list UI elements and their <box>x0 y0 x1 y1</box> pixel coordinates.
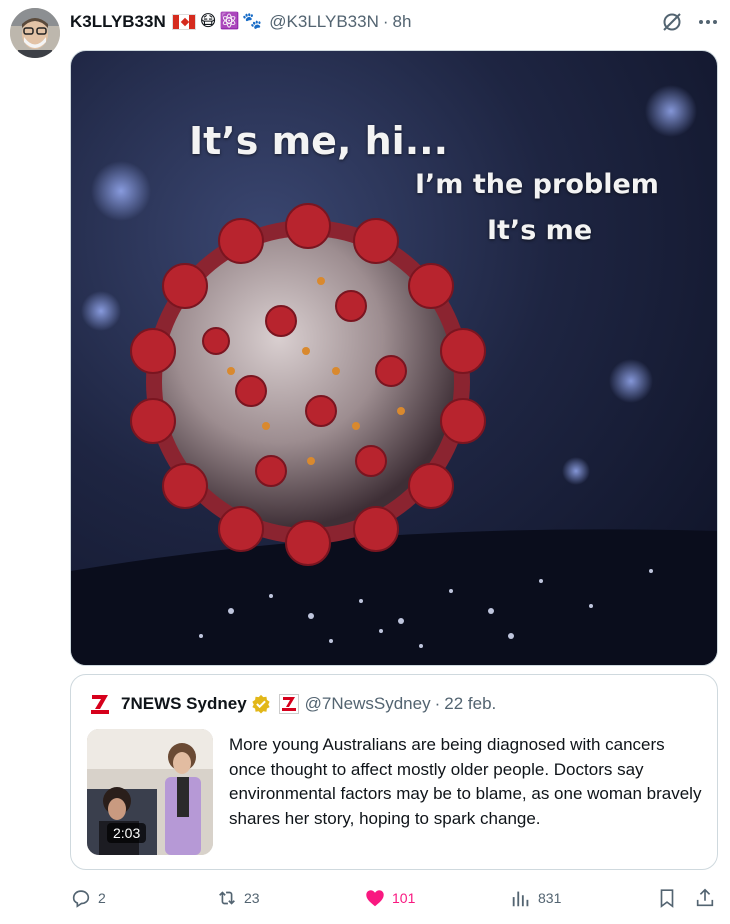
mask-face-icon: 😷 <box>199 13 217 30</box>
quoted-tweet-header: 7NEWS Sydney @7NewsSydney · 22 feb. <box>89 693 496 715</box>
7news-logo-icon <box>91 695 109 714</box>
canada-flag-icon <box>171 14 196 30</box>
bookmark-button[interactable] <box>656 884 684 912</box>
like-count: 101 <box>392 890 416 906</box>
quoted-author-name[interactable]: 7NEWS Sydney <box>121 694 247 714</box>
share-icon <box>696 888 714 907</box>
bookmark-icon <box>660 889 674 908</box>
video-still <box>87 729 213 855</box>
video-thumbnail[interactable]: 2:03 <box>87 729 213 855</box>
tweet-action-bar: 2 23 101 831 <box>70 884 720 912</box>
separator-dot: · <box>382 12 389 31</box>
reply-icon <box>72 890 90 908</box>
image-caption-line-3: It’s me <box>487 215 593 246</box>
repost-icon <box>219 891 235 905</box>
heart-icon <box>366 890 384 907</box>
views-count: 831 <box>538 890 562 906</box>
author-avatar[interactable] <box>10 8 60 58</box>
more-options-icon[interactable] <box>696 10 720 34</box>
quoted-tweet[interactable]: 7NEWS Sydney @7NewsSydney · 22 feb. 2:03 <box>70 674 718 870</box>
video-duration: 2:03 <box>107 823 147 843</box>
paw-prints-icon: 🐾 <box>242 13 263 30</box>
share-button[interactable] <box>694 884 722 912</box>
image-caption-line-1: It’s me, hi... <box>189 119 449 163</box>
separator-dot: · <box>434 694 441 713</box>
quoted-tweet-date[interactable]: 22 feb. <box>444 694 496 714</box>
reply-count: 2 <box>98 890 106 906</box>
quoted-tweet-text: More young Australians are being diagnos… <box>229 735 702 828</box>
like-button[interactable]: 101 <box>364 884 415 912</box>
views-chart-icon <box>512 891 529 907</box>
tweet-header: K3LLYB33N 😷 ⚛️ 🐾 @K3LLYB33N · 8h <box>70 10 411 34</box>
7news-badge-icon <box>278 694 299 714</box>
repost-count: 23 <box>244 890 260 906</box>
grok-icon[interactable] <box>660 10 684 34</box>
author-handle[interactable]: @K3LLYB33N <box>269 12 379 32</box>
tweet-image[interactable]: It’s me, hi... I’m the problem It’s me <box>70 50 718 666</box>
repost-button[interactable]: 23 <box>216 884 260 912</box>
image-caption-line-2: I’m the problem <box>415 169 659 200</box>
tweet-timestamp[interactable]: 8h <box>393 12 412 32</box>
verified-badge-icon <box>252 694 270 714</box>
quoted-author-handle[interactable]: @7NewsSydney <box>305 694 431 714</box>
author-name[interactable]: K3LLYB33N <box>70 12 166 32</box>
atom-icon: ⚛️ <box>219 13 240 30</box>
views-button[interactable]: 831 <box>510 884 561 912</box>
reply-button[interactable]: 2 <box>70 884 106 912</box>
